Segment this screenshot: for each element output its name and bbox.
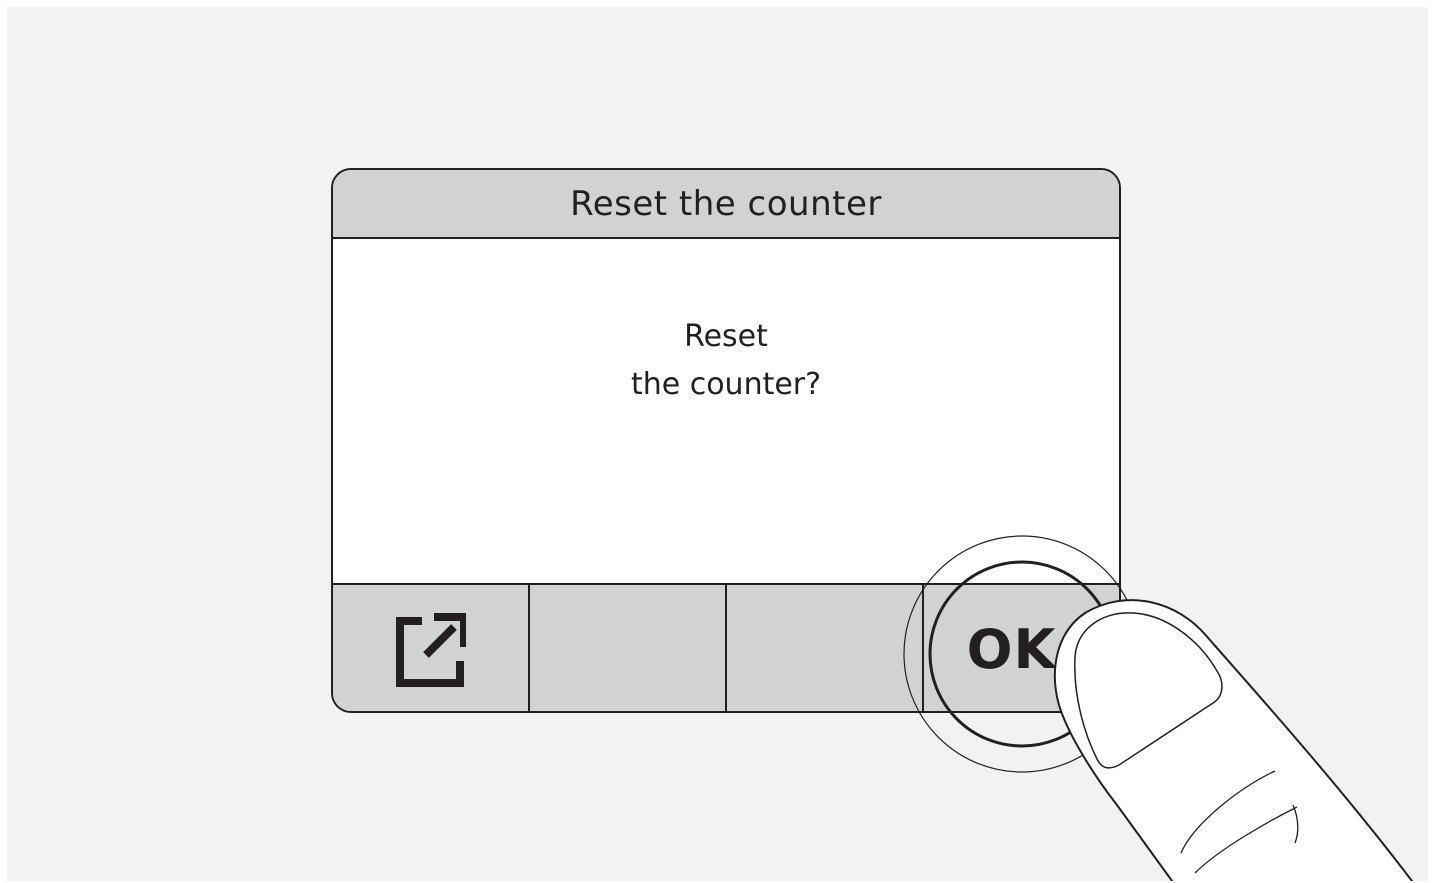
softkey-2-button[interactable] bbox=[530, 585, 727, 711]
message-line-2: the counter? bbox=[630, 367, 822, 402]
ok-label: OK bbox=[966, 617, 1057, 681]
dialog-title: Reset the counter bbox=[570, 183, 882, 224]
dialog-content: Reset the counter? bbox=[333, 239, 1119, 583]
export-icon bbox=[395, 613, 466, 687]
dialog-message: Reset the counter? bbox=[333, 313, 1119, 409]
stage-background: Reset the counter Reset the counter? OK bbox=[7, 7, 1427, 881]
softkey-export-button[interactable] bbox=[333, 585, 530, 711]
softkey-3-button[interactable] bbox=[727, 585, 924, 711]
dialog-titlebar: Reset the counter bbox=[333, 170, 1119, 239]
softkey-bar: OK bbox=[333, 583, 1119, 711]
message-line-1: Reset bbox=[684, 319, 768, 354]
softkey-ok-button[interactable]: OK bbox=[924, 585, 1119, 711]
dialog-panel: Reset the counter Reset the counter? OK bbox=[331, 168, 1121, 713]
